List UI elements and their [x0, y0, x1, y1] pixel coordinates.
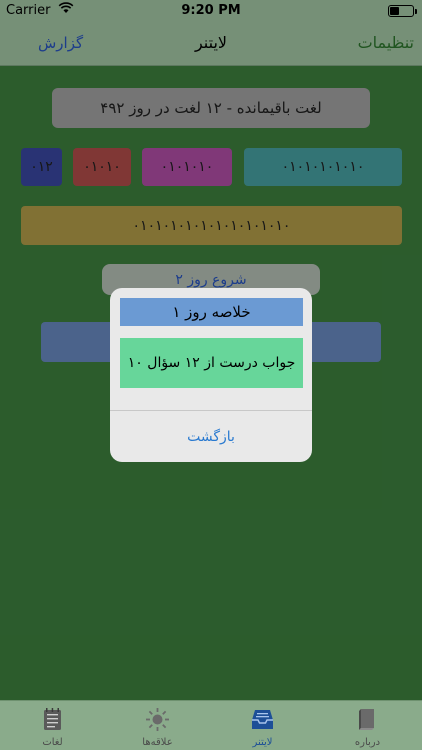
tab-words[interactable]: لغات [0, 701, 105, 750]
back-button[interactable]: بازگشت [110, 411, 312, 462]
inbox-tray-icon [250, 707, 275, 732]
tab-about-label: درباره [354, 737, 381, 748]
tab-about[interactable]: درباره [315, 701, 420, 750]
tab-favorites[interactable]: علاقه‌ها [105, 701, 210, 750]
alert-message: ۱۰ جواب درست از ۱۲ سؤال [120, 338, 303, 388]
tab-favorites-label: علاقه‌ها [142, 737, 173, 748]
book-icon [355, 707, 380, 732]
sun-icon [145, 707, 170, 732]
tab-leitner[interactable]: لایتنر [210, 701, 315, 750]
tab-bar: لغات علاقه‌ها لایتنر درباره [0, 700, 422, 750]
alert-title: خلاصه روز ۱ [120, 298, 303, 326]
tab-leitner-label: لایتنر [252, 737, 273, 748]
notebook-icon [40, 707, 65, 732]
tab-words-label: لغات [42, 737, 63, 748]
day-summary-alert: خلاصه روز ۱ ۱۰ جواب درست از ۱۲ سؤال بازگ… [110, 288, 312, 462]
